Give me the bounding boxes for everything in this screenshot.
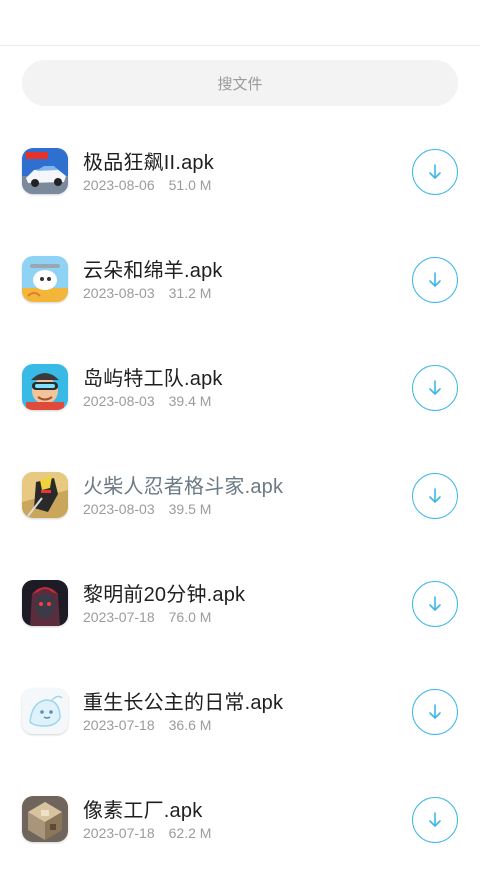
stickman-ninja-app-icon (22, 472, 68, 518)
download-arrow-icon (429, 596, 441, 611)
download-arrow-icon (429, 704, 441, 719)
download-button[interactable] (412, 365, 458, 411)
download-arrow-icon (429, 812, 441, 827)
top-bar (0, 0, 480, 46)
file-name: 黎明前20分钟.apk (83, 584, 246, 606)
island-agent-app-icon (22, 364, 68, 410)
file-date: 2023-07-18 (83, 825, 155, 841)
file-meta: 2023-07-18 76.0 M (83, 609, 211, 625)
file-name: 像素工厂.apk (83, 800, 203, 822)
download-button[interactable] (412, 473, 458, 519)
racing-car-app-icon (22, 148, 68, 194)
list-item[interactable]: 云朵和绵羊.apk 2023-08-03 31.2 M (0, 224, 480, 332)
file-date: 2023-07-18 (83, 717, 155, 733)
file-size: 36.6 M (168, 717, 212, 733)
file-name: 极品狂飙II.apk (83, 152, 214, 174)
file-date: 2023-08-03 (83, 501, 155, 517)
file-size: 39.4 M (168, 393, 212, 409)
file-date: 2023-08-03 (83, 393, 155, 409)
list-item[interactable]: 火柴人忍者格斗家.apk 2023-08-03 39.5 M (0, 440, 480, 548)
download-button[interactable] (412, 149, 458, 195)
search-input[interactable]: 搜文件 (22, 60, 458, 106)
file-meta: 2023-07-18 62.2 M (83, 825, 211, 841)
file-name: 岛屿特工队.apk (83, 368, 223, 390)
pixel-factory-app-icon (22, 796, 68, 842)
file-name: 重生长公主的日常.apk (83, 692, 284, 714)
download-arrow-icon (429, 488, 441, 503)
file-meta: 2023-07-18 36.6 M (83, 717, 211, 733)
file-size: 62.2 M (168, 825, 212, 841)
list-item[interactable]: 极品狂飙II.apk 2023-08-06 51.0 M (0, 116, 480, 224)
file-date: 2023-08-03 (83, 285, 155, 301)
file-name: 火柴人忍者格斗家.apk (83, 476, 284, 498)
dawn-hunter-app-icon (22, 580, 68, 626)
download-button[interactable] (412, 797, 458, 843)
file-date: 2023-08-06 (83, 177, 155, 193)
list-item[interactable]: 像素工厂.apk 2023-07-18 62.2 M (0, 764, 480, 872)
list-item[interactable]: 黎明前20分钟.apk 2023-07-18 76.0 M (0, 548, 480, 656)
file-size: 31.2 M (168, 285, 212, 301)
download-button[interactable] (412, 581, 458, 627)
file-meta: 2023-08-03 39.5 M (83, 501, 211, 517)
download-button[interactable] (412, 689, 458, 735)
sheep-cloud-app-icon (22, 256, 68, 302)
download-arrow-icon (429, 272, 441, 287)
file-size: 39.5 M (168, 501, 212, 517)
download-button[interactable] (412, 257, 458, 303)
list-item[interactable]: 岛屿特工队.apk 2023-08-03 39.4 M (0, 332, 480, 440)
download-arrow-icon (429, 164, 441, 179)
file-meta: 2023-08-03 31.2 M (83, 285, 211, 301)
search-placeholder: 搜文件 (217, 75, 263, 93)
file-meta: 2023-08-06 51.0 M (83, 177, 211, 193)
file-name: 云朵和绵羊.apk (83, 260, 223, 282)
download-arrow-icon (429, 380, 441, 395)
list-item[interactable]: 重生长公主的日常.apk 2023-07-18 36.6 M (0, 656, 480, 764)
princess-app-icon (22, 688, 68, 734)
file-list: 极品狂飙II.apk 2023-08-06 51.0 M 云朵和绵羊.apk 20… (0, 116, 480, 872)
file-date: 2023-07-18 (83, 609, 155, 625)
file-meta: 2023-08-03 39.4 M (83, 393, 211, 409)
file-size: 76.0 M (168, 609, 212, 625)
file-size: 51.0 M (168, 177, 212, 193)
